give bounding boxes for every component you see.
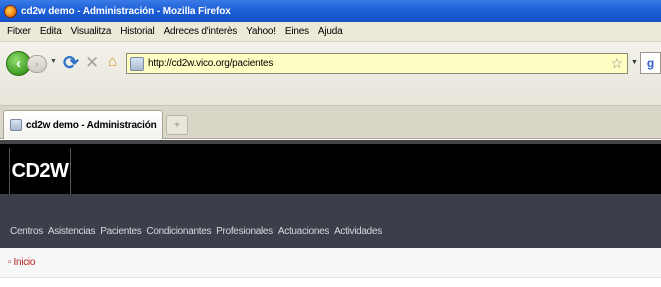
search-engine-button[interactable]: g xyxy=(640,52,661,74)
tab-site-icon xyxy=(10,119,22,131)
nav-item-actuaciones[interactable]: Actuaciones xyxy=(278,226,329,237)
site-logo[interactable]: CD2W xyxy=(12,160,69,183)
menu-item-adreces[interactable]: Adreces d'interès xyxy=(164,26,238,37)
new-tab-icon: + xyxy=(174,119,180,131)
url-text[interactable]: http://cd2w.vico.org/pacientes xyxy=(148,58,273,69)
url-dropdown-icon[interactable]: ▼ xyxy=(631,59,638,66)
home-crumb-icon: ▫ xyxy=(8,257,12,268)
back-icon: ‹ xyxy=(16,55,21,72)
main-navigation: Centros Asistencias Pacientes Condiciona… xyxy=(0,194,661,248)
window-titlebar: cd2w demo - Administración - Mozilla Fir… xyxy=(0,0,661,22)
site-header: CD2W xyxy=(0,140,661,194)
page-content: CD2W Centros Asistencias Pacientes Condi… xyxy=(0,140,661,287)
menu-item-ajuda[interactable]: Ajuda xyxy=(318,26,343,37)
site-icon xyxy=(130,56,144,71)
search-engine-icon: g xyxy=(646,56,655,70)
url-bar[interactable]: http://cd2w.vico.org/pacientes ☆ xyxy=(126,53,628,74)
navigation-toolbar: ‹ › ▼ ⟳ ✕ ⌂ http://cd2w.vico.org/pacient… xyxy=(0,42,661,106)
tab-strip: cd2w demo - Administración + xyxy=(0,106,661,139)
reload-icon[interactable]: ⟳ xyxy=(63,52,79,75)
nav-item-profesionales[interactable]: Profesionales xyxy=(216,226,273,237)
forward-icon: › xyxy=(35,58,39,70)
new-tab-button[interactable]: + xyxy=(166,115,188,135)
menu-item-historial[interactable]: Historial xyxy=(120,26,155,37)
menu-item-visualitza[interactable]: Visualitza xyxy=(71,26,112,37)
breadcrumb: ▫ Inicio xyxy=(0,248,661,278)
menu-item-yahoo[interactable]: Yahoo! xyxy=(246,26,276,37)
breadcrumb-inicio[interactable]: Inicio xyxy=(14,257,36,268)
nav-item-pacientes[interactable]: Pacientes xyxy=(100,226,142,237)
menu-item-eines[interactable]: Eines xyxy=(285,26,309,37)
forward-button[interactable]: › xyxy=(27,55,47,73)
stop-icon[interactable]: ✕ xyxy=(85,53,99,73)
nav-item-condicionantes[interactable]: Condicionantes xyxy=(146,226,211,237)
menu-bar: Fitxer Edita Visualitza Historial Adrece… xyxy=(0,22,661,42)
logo-container: CD2W xyxy=(9,148,71,194)
menu-item-fitxer[interactable]: Fitxer xyxy=(7,26,31,37)
star-icon[interactable]: ☆ xyxy=(610,55,623,72)
tab-label: cd2w demo - Administración xyxy=(26,119,157,131)
menu-item-edita[interactable]: Edita xyxy=(40,26,62,37)
firefox-icon xyxy=(4,4,17,18)
nav-item-actividades[interactable]: Actividades xyxy=(334,226,382,237)
nav-item-centros[interactable]: Centros xyxy=(10,226,43,237)
window-title: cd2w demo - Administración - Mozilla Fir… xyxy=(21,5,231,17)
home-icon[interactable]: ⌂ xyxy=(108,53,117,70)
tab-cd2w-demo[interactable]: cd2w demo - Administración xyxy=(3,110,163,139)
history-dropdown-icon[interactable]: ▼ xyxy=(50,58,57,65)
nav-item-asistencias[interactable]: Asistencias xyxy=(48,226,96,237)
